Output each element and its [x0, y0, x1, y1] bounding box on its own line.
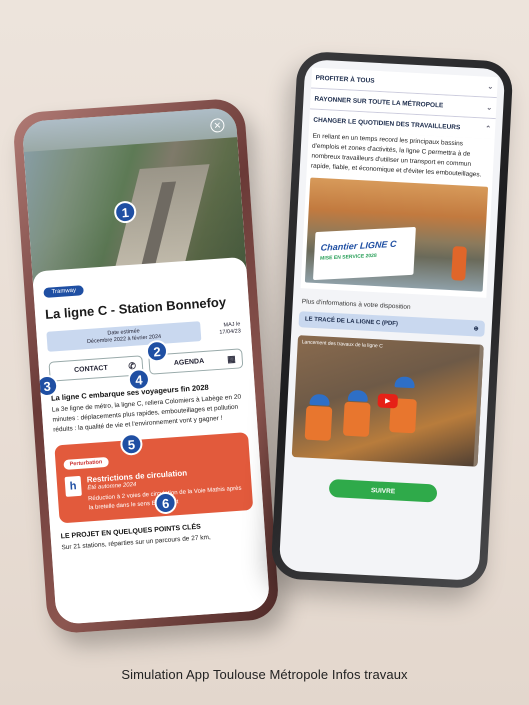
left-phone-screen: ✕ 1 Tramway La ligne C - Station Bonnefo…: [21, 107, 271, 625]
caption: Simulation App Toulouse Métropole Infos …: [121, 667, 408, 682]
hard-hat: [347, 390, 369, 403]
detail-card: Tramway La ligne C - Station Bonnefoy Da…: [32, 256, 271, 625]
hard-hat: [309, 394, 330, 407]
header-photo: ✕ 1: [21, 107, 247, 295]
chevron-down-icon: ⌄: [487, 83, 494, 91]
scene: ✕ 1 Tramway La ligne C - Station Bonnefo…: [0, 0, 529, 705]
video-player[interactable]: Lancement des travaux de la ligne C ▶: [291, 335, 484, 467]
pdf-label: LE TRACÉ DE LA LIGNE C (PDF): [304, 316, 399, 328]
worksite-photo: Chantier LIGNE C MISE EN SERVICE 2028: [304, 177, 489, 292]
follow-button[interactable]: SUIVRE: [328, 479, 438, 503]
chevron-down-icon: ⌄: [486, 104, 493, 112]
link-icon: ⊕: [473, 326, 479, 333]
chevron-up-icon: ⌃: [485, 125, 492, 133]
alert-tag: Perturbation: [63, 457, 109, 471]
date-row: Date estimée Décembre 2022 à février 202…: [46, 318, 241, 353]
category-pill: Tramway: [43, 285, 85, 298]
hard-hat: [394, 376, 416, 389]
worksite-banner: Chantier LIGNE C MISE EN SERVICE 2028: [312, 227, 416, 281]
maj-value: 17/04/23: [219, 328, 242, 336]
badge-6: 6: [153, 491, 178, 516]
worker-vest: [304, 405, 333, 442]
video-title: Lancement des travaux de la ligne C: [301, 339, 383, 350]
worker-vest: [342, 401, 371, 438]
accordion-label: CHANGER LE QUOTIDIEN DES TRAVAILLEURS: [313, 116, 461, 131]
calendar-icon: ▦: [226, 353, 237, 365]
road-sign-icon: h: [64, 476, 82, 498]
updated-date: MAJ le 17/04/23: [206, 321, 241, 338]
banner-subtitle: MISE EN SERVICE 2028: [319, 253, 377, 263]
accordion-text: En reliant en un temps record les princi…: [310, 132, 482, 179]
accordion-label: RAYONNER SUR TOUTE LA MÉTROPOLE: [314, 95, 444, 109]
next-video-thumb[interactable]: [473, 344, 484, 467]
right-phone-screen: PROFITER À TOUS ⌄ RAYONNER SUR TOUTE LA …: [278, 59, 506, 581]
page-title: La ligne C - Station Bonnefoy: [44, 294, 227, 322]
pdf-link-button[interactable]: LE TRACÉ DE LA LIGNE C (PDF) ⊕: [298, 311, 486, 338]
accordion-body: En reliant en un temps record les princi…: [300, 129, 495, 299]
disruption-alert[interactable]: Perturbation h Restrictions de circulati…: [54, 432, 254, 524]
right-phone: PROFITER À TOUS ⌄ RAYONNER SUR TOUTE LA …: [270, 50, 514, 590]
accordion-label: PROFITER À TOUS: [315, 74, 375, 85]
left-phone: ✕ 1 Tramway La ligne C - Station Bonnefo…: [12, 97, 280, 635]
play-icon[interactable]: ▶: [377, 393, 399, 409]
agenda-label: AGENDA: [173, 357, 205, 367]
contact-label: CONTACT: [73, 364, 108, 374]
date-box: Date estimée Décembre 2022 à février 202…: [46, 321, 202, 353]
worker-figure: [451, 246, 467, 282]
